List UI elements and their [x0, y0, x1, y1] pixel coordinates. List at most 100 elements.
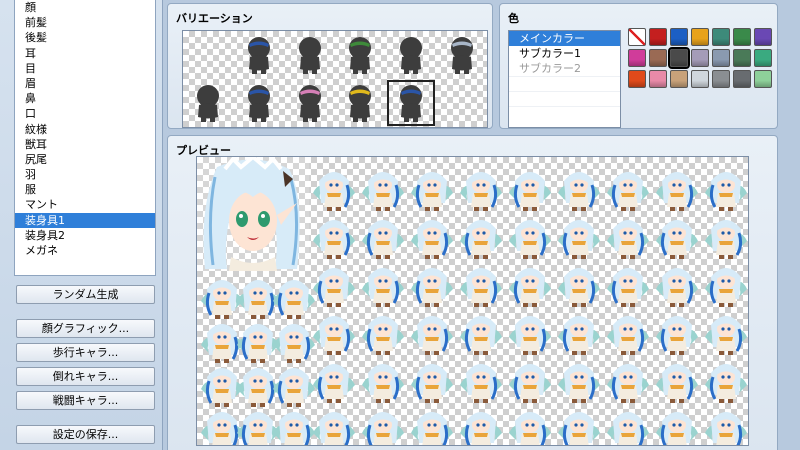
character-sprite — [656, 412, 698, 445]
color-swatch[interactable] — [712, 28, 730, 46]
parts-list-item[interactable]: 眉 — [15, 76, 155, 91]
variation-cell[interactable] — [386, 79, 437, 127]
color-swatch[interactable] — [754, 70, 772, 88]
character-sprite — [362, 220, 404, 259]
face-graphic-button[interactable]: 顔グラフィック... — [16, 319, 155, 338]
variation-cell[interactable] — [284, 79, 335, 127]
character-silhouette-icon — [247, 85, 270, 122]
battle-character-button[interactable]: 戦闘キャラ... — [16, 391, 155, 410]
character-sprite — [705, 220, 747, 259]
walking-character-button[interactable]: 歩行キャラ... — [16, 343, 155, 362]
character-silhouette-icon — [399, 37, 422, 74]
parts-list-item[interactable]: 目 — [15, 61, 155, 76]
parts-list-item[interactable]: 装身具1 — [15, 212, 155, 228]
variation-cell[interactable] — [234, 79, 285, 127]
character-sprite — [509, 268, 551, 307]
character-silhouette-icon — [349, 85, 372, 122]
character-sprite — [313, 316, 355, 355]
empty-color-row — [509, 91, 620, 106]
preview-panel: プレビュー — [167, 135, 778, 450]
color-slot-item[interactable]: サブカラー2 — [509, 61, 620, 76]
parts-list-item[interactable]: 服 — [15, 182, 155, 197]
parts-list-item[interactable]: 装身具2 — [15, 228, 155, 243]
character-sprite — [558, 268, 600, 307]
color-swatch[interactable] — [670, 28, 688, 46]
color-slot-item[interactable]: サブカラー1 — [509, 46, 620, 61]
color-swatch[interactable] — [670, 70, 688, 88]
variation-cell[interactable] — [284, 31, 335, 79]
parts-list-item[interactable]: 顔 — [15, 0, 155, 15]
color-swatch[interactable] — [712, 70, 730, 88]
character-silhouette-icon — [399, 85, 422, 122]
color-swatch[interactable] — [691, 49, 709, 67]
character-sprite — [656, 364, 698, 403]
save-settings-button[interactable]: 設定の保存... — [16, 425, 155, 444]
parts-list-item[interactable]: 口 — [15, 106, 155, 121]
character-sprite — [705, 172, 747, 211]
preview-canvas — [196, 156, 749, 446]
variation-cell[interactable] — [335, 79, 386, 127]
character-sprite — [509, 412, 551, 445]
parts-list-item[interactable]: 尻尾 — [15, 152, 155, 167]
character-sprite — [460, 412, 502, 445]
color-swatch[interactable] — [691, 70, 709, 88]
character-sprite — [607, 268, 649, 307]
character-sprite — [607, 220, 649, 259]
parts-list[interactable]: 顔前髪 後髪耳目眉鼻口紋様 獣耳 尻尾羽服マント 装身具1 装身具2 メガネ — [14, 0, 156, 276]
random-generate-button[interactable]: ランダム生成 — [16, 285, 155, 304]
character-sprite — [411, 268, 453, 307]
character-sprite — [411, 220, 453, 259]
parts-list-item[interactable]: メガネ — [15, 243, 155, 258]
color-swatch[interactable] — [733, 28, 751, 46]
character-sprite — [313, 172, 355, 211]
character-sprite — [607, 412, 649, 445]
character-sprite — [362, 268, 404, 307]
color-swatch[interactable] — [628, 49, 646, 67]
color-swatch[interactable] — [649, 28, 667, 46]
variation-cell[interactable] — [436, 79, 487, 127]
color-title: 色 — [508, 12, 519, 25]
parts-list-item[interactable]: 前髪 — [15, 15, 155, 30]
variation-cell[interactable] — [183, 31, 234, 79]
color-slot-item[interactable]: メインカラー — [509, 31, 620, 46]
color-swatch[interactable] — [691, 28, 709, 46]
character-sprite — [705, 316, 747, 355]
parts-list-item[interactable]: 獣耳 — [15, 137, 155, 152]
downed-character-button[interactable]: 倒れキャラ... — [16, 367, 155, 386]
parts-list-item[interactable]: 後髪 — [15, 30, 155, 45]
variation-cell[interactable] — [436, 31, 487, 79]
character-sprite — [460, 316, 502, 355]
no-color-swatch[interactable] — [628, 28, 646, 46]
color-swatch[interactable] — [628, 70, 646, 88]
character-sprite — [656, 220, 698, 259]
variation-cell[interactable] — [234, 31, 285, 79]
character-sprite — [411, 172, 453, 211]
color-swatch[interactable] — [754, 49, 772, 67]
variation-cell[interactable] — [335, 31, 386, 79]
character-sprite — [607, 316, 649, 355]
parts-list-item[interactable]: 羽 — [15, 167, 155, 182]
color-swatch[interactable] — [649, 49, 667, 67]
variation-grid — [182, 30, 488, 128]
color-swatch[interactable] — [754, 28, 772, 46]
main-area: バリエーション 色 メインカラー サブカラー1 サブカラー2 プレビュー — [163, 0, 800, 450]
character-sprite — [362, 172, 404, 211]
parts-list-item[interactable]: マント — [15, 197, 155, 212]
variation-cell[interactable] — [386, 31, 437, 79]
color-swatch[interactable] — [649, 70, 667, 88]
variation-cell[interactable] — [183, 79, 234, 127]
character-sprite — [656, 172, 698, 211]
color-swatch[interactable] — [733, 70, 751, 88]
character-silhouette-icon — [450, 37, 473, 74]
character-sprite — [411, 316, 453, 355]
color-slot-list[interactable]: メインカラー サブカラー1 サブカラー2 — [508, 30, 621, 128]
parts-list-item[interactable]: 耳 — [15, 46, 155, 61]
color-swatch[interactable] — [712, 49, 730, 67]
character-sprite — [509, 364, 551, 403]
color-swatch[interactable] — [733, 49, 751, 67]
parts-list-item[interactable]: 紋様 — [15, 122, 155, 137]
color-panel: 色 メインカラー サブカラー1 サブカラー2 — [499, 3, 778, 129]
parts-list-item[interactable]: 鼻 — [15, 91, 155, 106]
character-sprite — [460, 364, 502, 403]
color-swatch[interactable] — [668, 47, 690, 69]
